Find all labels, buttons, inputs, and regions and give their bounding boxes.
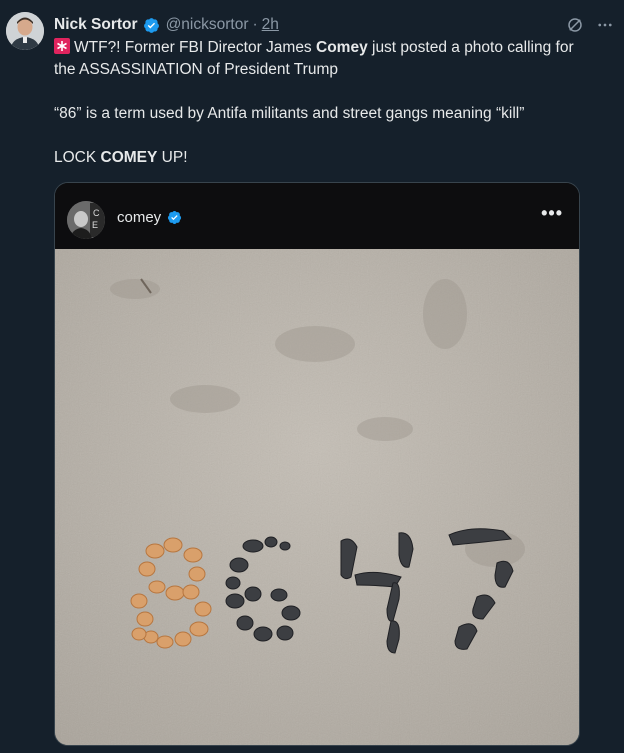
grok-icon[interactable] [566, 16, 584, 34]
tweet-text: WTF?! Former FBI Director James Comey ju… [54, 37, 619, 169]
more-options-icon[interactable] [596, 16, 614, 34]
verified-badge-icon [143, 17, 160, 34]
beach-photo[interactable]: 8647 [55, 249, 579, 745]
embedded-post[interactable]: C E comey ••• [54, 182, 580, 746]
verified-badge-icon [167, 210, 182, 225]
tweet-line-1: WTF?! Former FBI Director James Comey ju… [54, 37, 619, 59]
more-options-icon[interactable]: ••• [541, 203, 563, 224]
svg-text:C: C [93, 208, 100, 218]
tweet-line-2: the ASSASSINATION of President Trump [54, 61, 338, 78]
tweet-timestamp[interactable]: 2h [262, 16, 279, 34]
tweet-paragraph-3: LOCK COMEY UP! [54, 149, 188, 166]
embedded-username[interactable]: comey [117, 209, 161, 226]
svg-text:E: E [92, 220, 98, 230]
photo-text: 8647 [579, 249, 580, 250]
separator-dot: · [252, 16, 258, 33]
tweet-header: Nick Sortor @nicksortor · 2h [54, 14, 614, 36]
tweet-paragraph-2: “86” is a term used by Antifa militants … [54, 105, 525, 122]
author-name[interactable]: Nick Sortor [54, 16, 138, 34]
author-handle[interactable]: @nicksortor [166, 16, 249, 34]
author-avatar[interactable] [6, 12, 44, 50]
embedded-username-row: comey [117, 209, 182, 226]
embedded-avatar[interactable]: C E [67, 201, 105, 239]
rotating-light-icon [54, 38, 70, 54]
embedded-post-header: C E comey ••• [55, 183, 579, 249]
